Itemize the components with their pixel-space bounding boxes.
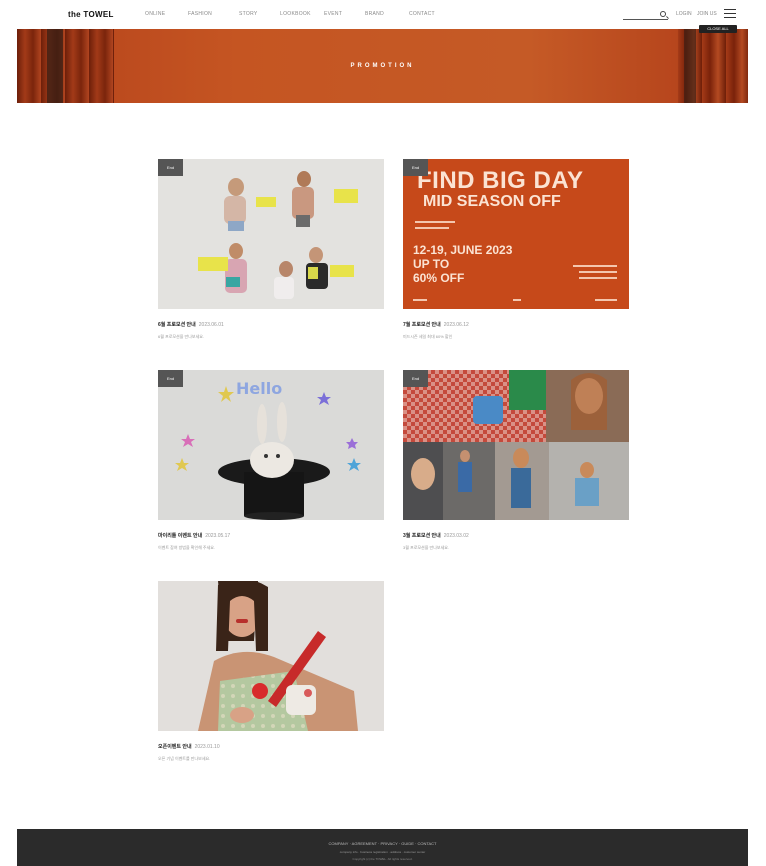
card-title-text: 3월 프로모션 안내: [403, 533, 441, 539]
card-date: 2023.03.02: [443, 533, 469, 539]
status-badge: End: [403, 159, 428, 176]
card-date: 2023.06.01: [198, 322, 224, 328]
main-nav: ONLINE FASHION STORY LOOKBOOK EVENT BRAN…: [145, 11, 449, 17]
site-header: the TOWEL ONLINE FASHION STORY LOOKBOOK …: [0, 0, 766, 33]
card-description: 6월 프로모션을 만나보세요.: [158, 334, 205, 339]
card-title-text: 오픈이벤트 안내: [158, 744, 192, 750]
promotion-card[interactable]: FIND BIG DAY MID SEASON OFF 12-19, JUNE …: [403, 159, 629, 340]
promotion-thumbnail[interactable]: Hello End: [158, 370, 384, 520]
card-date: 2023.05.17: [205, 533, 231, 539]
poster-upto: UP TO: [413, 257, 450, 271]
search-input[interactable]: [623, 19, 668, 20]
footer-copyright: Copyright (c) the TOWEL. All rights rese…: [352, 857, 413, 861]
card-title[interactable]: 3월 프로모션 안내 2023.03.02: [403, 532, 629, 539]
menu-tooltip: CLOSE ALL: [699, 25, 737, 33]
card-description: 오픈 기념 이벤트를 만나보세요.: [158, 756, 211, 761]
hamburger-menu-icon[interactable]: [724, 9, 736, 18]
card-description: 3월 프로모션을 만나보세요.: [403, 545, 450, 550]
card-title[interactable]: 마이리틀 이벤트 안내 2023.05.17: [158, 532, 384, 539]
promotion-card[interactable]: End 3월 프로모션 안내 2023.03.02 3월 프로모션을 만나보세요.: [403, 370, 629, 551]
spring-collage-image: [403, 370, 629, 520]
card-date: 2023.06.12: [443, 322, 469, 328]
page-title: PROMOTION: [350, 63, 415, 69]
promotion-thumbnail[interactable]: [158, 581, 384, 731]
card-title[interactable]: 오픈이벤트 안내 2023.01.10: [158, 743, 384, 750]
card-description: 이벤트 참여 방법을 확인해 주세요.: [158, 545, 216, 550]
card-description: 미드시즌 세일 최대 60% 할인: [403, 334, 453, 339]
nav-item-brand[interactable]: BRAND: [365, 11, 409, 17]
poster-headline: FIND BIG DAY: [417, 167, 584, 194]
lookbook-collage-image: [158, 159, 384, 309]
card-title[interactable]: 7월 프로모션 안내 2023.06.12: [403, 321, 629, 328]
nav-item-event[interactable]: EVENT: [324, 11, 365, 17]
join-link[interactable]: JOIN US: [697, 11, 717, 17]
card-title-text: 마이리틀 이벤트 안내: [158, 533, 203, 539]
status-badge: End: [403, 370, 428, 387]
red-bag-girl-image: [158, 581, 384, 731]
login-link[interactable]: LOGIN: [676, 11, 692, 17]
search-icon[interactable]: [660, 11, 666, 17]
promotion-thumbnail[interactable]: End: [158, 159, 384, 309]
footer-company-info: company info · business registration · a…: [339, 850, 426, 854]
hello-text: Hello: [236, 379, 282, 398]
nav-item-lookbook[interactable]: LOOKBOOK: [280, 11, 324, 17]
poster-subheadline: MID SEASON OFF: [423, 193, 561, 210]
bunny-hat-image: Hello: [158, 370, 384, 520]
site-footer: COMPANY · AGREEMENT · PRIVACY · GUIDE · …: [17, 829, 748, 866]
promotion-banner: PROMOTION: [17, 29, 748, 103]
poster-dates: 12-19, JUNE 2023: [413, 243, 513, 257]
site-logo[interactable]: the TOWEL: [68, 10, 114, 19]
promotion-card[interactable]: Hello End 마이리틀 이벤트 안내 2023.05.17 이벤트 참여 방…: [158, 370, 384, 551]
nav-item-fashion[interactable]: FASHION: [188, 11, 239, 17]
footer-links[interactable]: COMPANY · AGREEMENT · PRIVACY · GUIDE · …: [17, 841, 748, 846]
nav-item-story[interactable]: STORY: [239, 11, 280, 17]
status-badge: End: [158, 370, 183, 387]
card-title[interactable]: 6월 프로모션 안내 2023.06.01: [158, 321, 384, 328]
card-title-text: 6월 프로모션 안내: [158, 322, 196, 328]
promotion-thumbnail[interactable]: End: [403, 370, 629, 520]
card-title-text: 7월 프로모션 안내: [403, 322, 441, 328]
poster-off: 60% OFF: [413, 271, 465, 285]
nav-item-contact[interactable]: CONTACT: [409, 11, 449, 17]
big-day-poster-image: FIND BIG DAY MID SEASON OFF 12-19, JUNE …: [403, 159, 629, 309]
nav-item-online[interactable]: ONLINE: [145, 11, 188, 17]
promotion-card[interactable]: 오픈이벤트 안내 2023.01.10 오픈 기념 이벤트를 만나보세요.: [158, 581, 384, 762]
promotion-thumbnail[interactable]: FIND BIG DAY MID SEASON OFF 12-19, JUNE …: [403, 159, 629, 309]
status-badge: End: [158, 159, 183, 176]
promotion-card[interactable]: End 6월 프로모션 안내 2023.06.01 6월 프로모션을 만나보세요.: [158, 159, 384, 340]
card-date: 2023.01.10: [194, 744, 220, 750]
